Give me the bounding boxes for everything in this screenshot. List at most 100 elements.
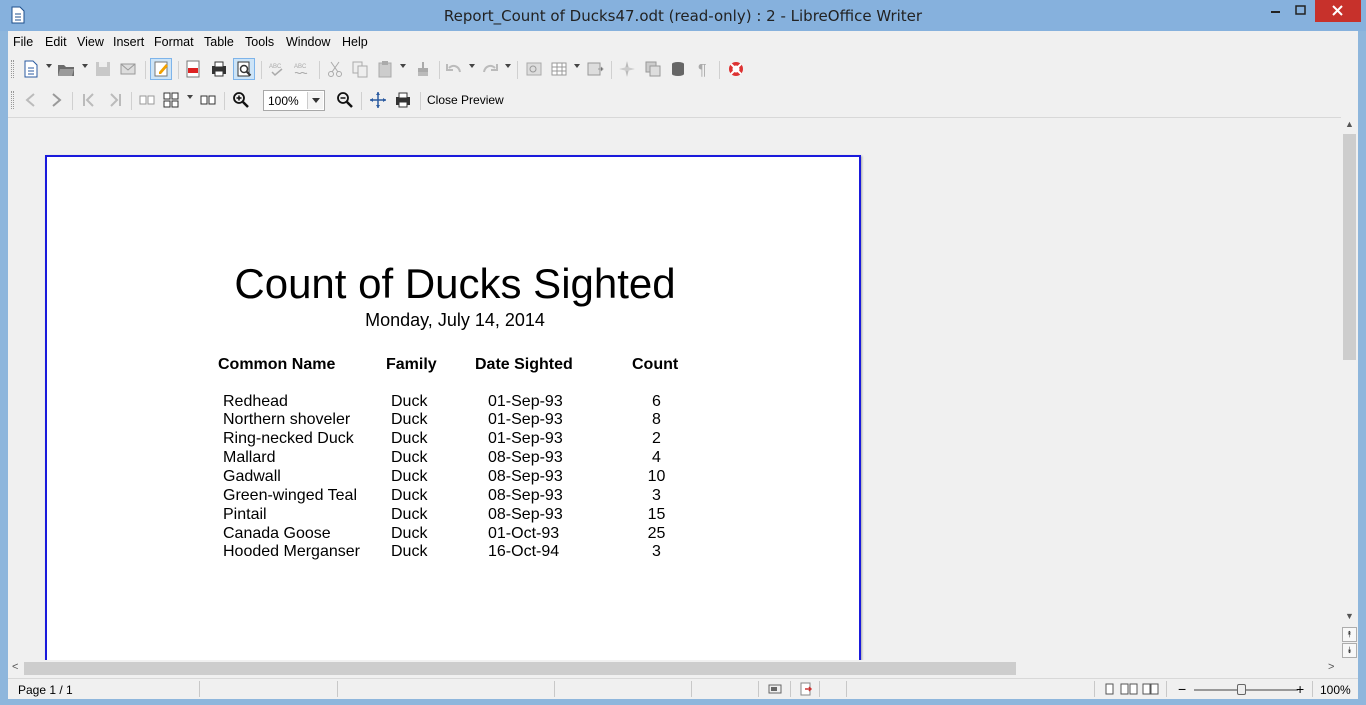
save-icon[interactable] <box>92 58 114 80</box>
spellcheck-icon[interactable]: ABC <box>266 58 288 80</box>
zoom-in-button[interactable]: + <box>1296 681 1304 697</box>
book-view-icon[interactable] <box>1142 683 1160 698</box>
find-replace-icon[interactable] <box>523 58 545 80</box>
cell-count: 8 <box>652 411 661 428</box>
cut-icon[interactable] <box>324 58 346 80</box>
navigator-icon[interactable] <box>616 58 638 80</box>
selection-mode-icon[interactable] <box>768 683 782 698</box>
cell-family: Duck <box>391 525 428 542</box>
new-document-icon[interactable] <box>20 58 42 80</box>
menu-edit[interactable]: Edit <box>45 35 67 49</box>
email-icon[interactable] <box>117 58 139 80</box>
cell-date-sighted: 01-Sep-93 <box>488 393 563 410</box>
toolbar-grip[interactable] <box>11 91 14 109</box>
help-lifebuoy-icon[interactable] <box>725 58 747 80</box>
header-count: Count <box>632 356 679 373</box>
open-folder-icon[interactable] <box>55 58 77 80</box>
copy-icon[interactable] <box>349 58 371 80</box>
cell-common-name: Northern shoveler <box>223 411 351 428</box>
print-preview-icon[interactable] <box>233 58 255 80</box>
paste-icon[interactable] <box>374 58 396 80</box>
first-page-icon[interactable] <box>78 89 100 111</box>
cell-date-sighted: 16-Oct-94 <box>488 543 560 560</box>
menu-view[interactable]: View <box>77 35 104 49</box>
full-screen-icon[interactable] <box>367 89 389 111</box>
undo-icon[interactable] <box>443 58 465 80</box>
zoom-out-icon[interactable] <box>334 89 356 111</box>
table-row: Green-winged Teal Duck 08-Sep-93 3 <box>47 487 863 506</box>
vertical-scroll-thumb[interactable] <box>1343 134 1356 360</box>
edit-mode-icon[interactable] <box>150 58 172 80</box>
horizontal-scroll-thumb[interactable] <box>24 662 1016 675</box>
svg-text:ABC: ABC <box>294 64 307 70</box>
cell-common-name: Pintail <box>223 506 267 523</box>
table-icon[interactable] <box>548 58 570 80</box>
page-info[interactable]: Page 1 / 1 <box>18 683 73 697</box>
scroll-right-icon[interactable]: > <box>1328 661 1334 673</box>
menu-bar: File Edit View Insert Format Table Tools… <box>8 31 1358 53</box>
close-button[interactable] <box>1315 0 1361 22</box>
menu-insert[interactable]: Insert <box>113 35 144 49</box>
gallery-icon[interactable] <box>642 58 664 80</box>
svg-text:¶: ¶ <box>698 62 707 78</box>
menu-tools[interactable]: Tools <box>245 35 274 49</box>
print-icon[interactable] <box>208 58 230 80</box>
single-page-view-icon[interactable] <box>1105 683 1115 698</box>
insert-image-icon[interactable] <box>584 58 606 80</box>
print-icon[interactable] <box>392 89 414 111</box>
previous-page-nav-icon[interactable]: ⯭ <box>1342 627 1357 642</box>
toolbar-grip[interactable] <box>11 60 14 78</box>
document-modified-icon[interactable] <box>800 682 813 699</box>
two-pages-icon[interactable] <box>136 89 158 111</box>
zoom-combobox[interactable]: 100% <box>263 90 325 111</box>
vertical-scrollbar[interactable]: ▲ ▼ ⯭ ⯯ <box>1341 117 1358 660</box>
zoom-percentage[interactable]: 100% <box>1320 683 1351 697</box>
data-sources-icon[interactable] <box>667 58 689 80</box>
zoom-slider-handle[interactable] <box>1237 684 1246 695</box>
scroll-up-icon[interactable]: ▲ <box>1345 119 1354 129</box>
header-family: Family <box>386 356 437 373</box>
next-page-icon[interactable] <box>45 89 67 111</box>
previous-page-icon[interactable] <box>20 89 42 111</box>
document-area[interactable]: Count of Ducks Sighted Monday, July 14, … <box>8 117 1341 660</box>
cell-common-name: Green-winged Teal <box>223 487 358 504</box>
book-preview-icon[interactable] <box>197 89 219 111</box>
scroll-left-icon[interactable]: < <box>12 661 18 673</box>
paste-dropdown-arrow[interactable] <box>400 64 406 68</box>
export-pdf-icon[interactable] <box>182 58 204 80</box>
redo-icon[interactable] <box>479 58 501 80</box>
zoom-slider-track[interactable] <box>1194 689 1298 691</box>
close-preview-button[interactable]: Close Preview <box>427 93 504 107</box>
table-dropdown-arrow[interactable] <box>574 64 580 68</box>
cell-family: Duck <box>391 487 428 504</box>
maximize-button[interactable] <box>1288 0 1314 22</box>
title-bar: Report_Count of Ducks47.odt (read-only) … <box>0 0 1366 31</box>
horizontal-scrollbar[interactable]: < > <box>8 660 1341 677</box>
cell-family: Duck <box>391 543 428 560</box>
open-dropdown-arrow[interactable] <box>82 64 88 68</box>
table-row: Hooded Merganser Duck 16-Oct-94 3 <box>47 543 863 562</box>
scroll-down-icon[interactable]: ▼ <box>1345 611 1354 621</box>
formatting-marks-icon[interactable]: ¶ <box>692 58 714 80</box>
menu-window[interactable]: Window <box>286 35 330 49</box>
next-page-nav-icon[interactable]: ⯯ <box>1342 643 1357 658</box>
chevron-down-icon[interactable] <box>307 92 323 109</box>
preview-page: Count of Ducks Sighted Monday, July 14, … <box>45 155 861 660</box>
new-dropdown-arrow[interactable] <box>46 64 52 68</box>
menu-table[interactable]: Table <box>204 35 234 49</box>
zoom-in-icon[interactable] <box>230 89 252 111</box>
multi-page-view-icon[interactable] <box>1120 683 1138 698</box>
zoom-out-button[interactable]: − <box>1178 681 1186 697</box>
undo-dropdown-arrow[interactable] <box>469 64 475 68</box>
cell-common-name: Redhead <box>223 393 288 410</box>
menu-file[interactable]: File <box>13 35 33 49</box>
multiple-pages-icon[interactable] <box>160 89 182 111</box>
last-page-icon[interactable] <box>104 89 126 111</box>
menu-help[interactable]: Help <box>342 35 368 49</box>
minimize-button[interactable] <box>1262 0 1288 22</box>
redo-dropdown-arrow[interactable] <box>505 64 511 68</box>
multiple-pages-dropdown-arrow[interactable] <box>187 95 193 99</box>
menu-format[interactable]: Format <box>154 35 194 49</box>
autospellcheck-icon[interactable]: ABC <box>291 58 313 80</box>
clone-formatting-icon[interactable] <box>412 58 434 80</box>
